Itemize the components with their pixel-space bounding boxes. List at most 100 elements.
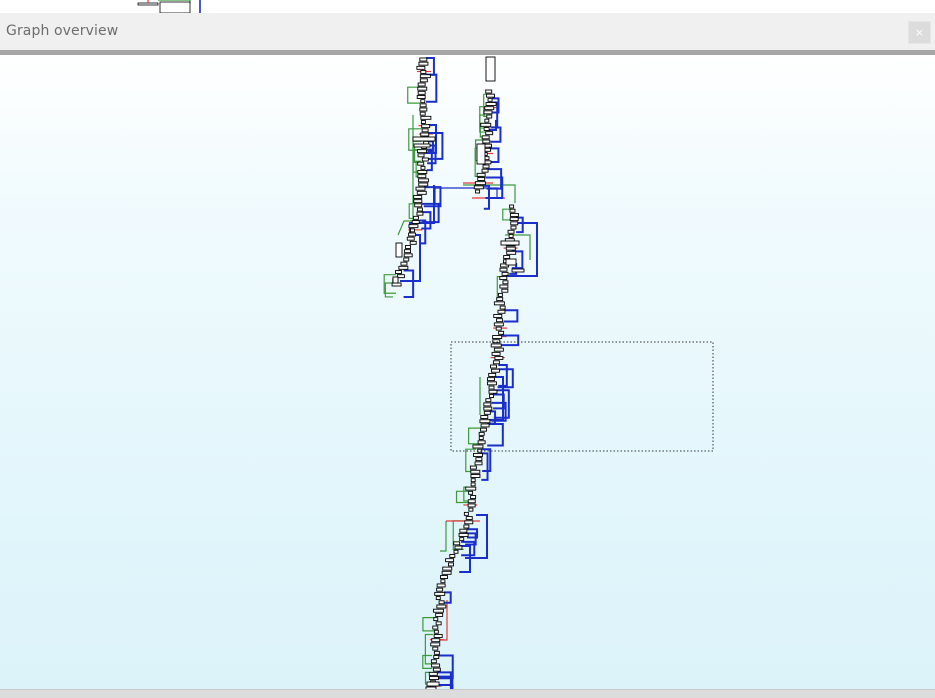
graph-node	[421, 157, 429, 162]
graph-node	[505, 258, 517, 266]
graph-node	[493, 301, 505, 306]
true-branch-edge	[422, 654, 433, 669]
graph-node	[453, 549, 459, 554]
graph-node	[468, 490, 474, 495]
jump-edge	[403, 269, 415, 298]
graph-node	[489, 394, 495, 398]
graph-node	[486, 381, 497, 386]
graph-node	[434, 591, 446, 596]
graph-node	[499, 267, 508, 272]
graph-node	[458, 532, 469, 537]
jump-edge	[503, 309, 519, 323]
graph-node	[511, 268, 525, 273]
graph-node	[431, 663, 441, 668]
graph-node	[510, 221, 519, 226]
graph-node	[509, 212, 519, 217]
graph-node	[449, 554, 456, 558]
graph-node	[448, 562, 454, 567]
graph-node	[414, 203, 423, 208]
graph-node	[417, 170, 428, 174]
graph-node	[487, 377, 495, 382]
jump-edge	[487, 422, 504, 447]
graph-node	[436, 604, 447, 609]
graph-node	[416, 95, 426, 99]
graph-node	[419, 57, 428, 62]
graph-node	[480, 423, 490, 428]
graph-nodes	[391, 56, 525, 689]
graph-node	[416, 65, 426, 70]
graph-node	[430, 642, 441, 647]
graph-node	[476, 172, 486, 177]
graph-node	[465, 516, 473, 521]
graph-node	[400, 261, 408, 266]
graph-node	[459, 528, 468, 533]
background-graph-fragment	[137, 0, 201, 13]
graph-node	[501, 271, 509, 276]
graph-node	[475, 189, 481, 194]
graph-node	[391, 282, 402, 287]
graph-node	[420, 115, 432, 120]
graph-node	[478, 431, 485, 436]
graph-node	[415, 186, 426, 191]
graph-node	[420, 165, 426, 170]
graph-node	[435, 612, 444, 617]
graph-node	[435, 596, 441, 601]
graph-node	[433, 617, 439, 622]
graph-node	[395, 270, 402, 274]
graph-node	[417, 178, 429, 183]
graph-node	[431, 638, 441, 643]
graph-node	[409, 240, 417, 245]
graph-node	[420, 70, 427, 74]
graph-node	[403, 253, 413, 258]
true-branch-edge	[397, 115, 414, 236]
graph-node	[419, 107, 428, 112]
graph-node	[499, 305, 506, 310]
graph-node	[421, 128, 429, 133]
graph-node	[483, 406, 493, 411]
graph-node	[470, 482, 476, 487]
graph-node	[488, 389, 498, 394]
graph-node	[417, 149, 427, 154]
graph-node	[436, 583, 446, 588]
graph-node	[493, 347, 504, 352]
graph-node	[498, 330, 505, 335]
graph-node	[496, 318, 504, 323]
panel-titlebar[interactable]: Graph overview ×	[0, 13, 935, 51]
graph-node	[509, 208, 516, 213]
graph-node	[480, 415, 489, 419]
close-icon: ×	[914, 26, 925, 39]
graph-node	[467, 499, 476, 504]
graph-node	[412, 136, 436, 142]
graph-overview-canvas[interactable]	[0, 55, 935, 689]
graph-node	[483, 127, 490, 131]
close-button[interactable]: ×	[908, 21, 931, 44]
graph-node	[473, 452, 483, 457]
graph-node	[485, 398, 492, 403]
graph-node	[468, 507, 474, 512]
graph-node	[432, 667, 441, 672]
graph-node	[483, 402, 492, 407]
graph-node	[419, 103, 427, 108]
graph-node	[470, 478, 476, 483]
graph-node	[497, 309, 506, 314]
graph-node	[433, 650, 440, 655]
graph-node	[496, 297, 504, 302]
graph-node	[497, 292, 503, 297]
graph-node	[491, 368, 500, 373]
background-window-strip	[0, 0, 935, 14]
graph-node	[417, 161, 425, 166]
function-graph	[383, 56, 714, 689]
graph-node	[454, 545, 463, 550]
graph-node	[481, 168, 489, 173]
graph-node	[465, 486, 477, 491]
graph-node	[493, 314, 503, 318]
graph-node	[502, 280, 509, 285]
graph-edges	[383, 70, 531, 687]
graph-node	[435, 621, 442, 626]
graph-node	[416, 211, 424, 216]
graph-node	[485, 102, 497, 106]
graph-node	[470, 469, 481, 474]
graph-node	[417, 174, 427, 179]
graph-node	[420, 132, 430, 137]
graph-node	[463, 524, 470, 529]
